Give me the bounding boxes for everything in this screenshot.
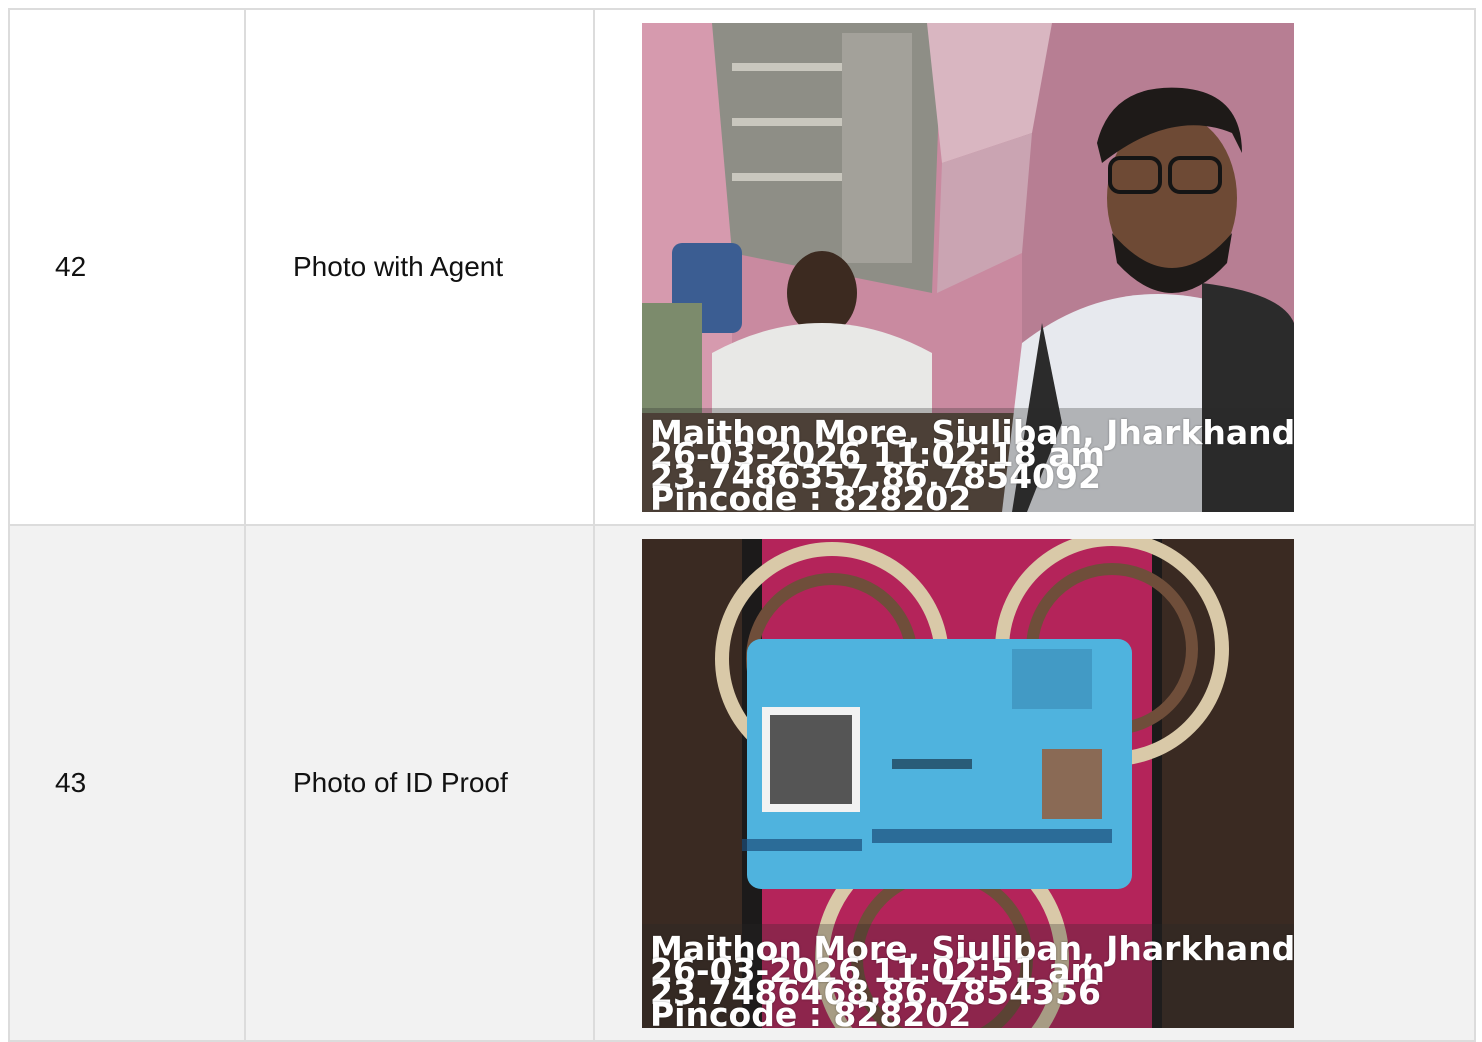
row-label: Photo with Agent (244, 8, 595, 526)
evidence-table: 42 Photo with Agent Maithon More, Siulib… (8, 8, 1476, 1042)
row-number: 42 (8, 8, 246, 526)
table-row: 43 Photo of ID Proof Maithon More, Siuli… (8, 524, 1476, 1042)
id-proof-photo: Maithon More, Siuliban, Jharkhand 828202… (642, 538, 1294, 1028)
row-number: 43 (8, 524, 246, 1042)
evidence-table-wrapper: 42 Photo with Agent Maithon More, Siulib… (8, 8, 1476, 1042)
geo-stamp: Maithon More, Siuliban, Jharkhand 828202… (650, 932, 1294, 1028)
photo-cell: Maithon More, Siuliban, Jharkhand 828202… (593, 8, 1476, 526)
row-label: Photo of ID Proof (244, 524, 595, 1042)
agent-selfie-photo: Maithon More, Siuliban, Jharkhand 828202… (642, 22, 1294, 512)
geo-stamp: Maithon More, Siuliban, Jharkhand 828202… (650, 416, 1294, 512)
photo-cell: Maithon More, Siuliban, Jharkhand 828202… (593, 524, 1476, 1042)
table-row: 42 Photo with Agent Maithon More, Siulib… (8, 8, 1476, 526)
